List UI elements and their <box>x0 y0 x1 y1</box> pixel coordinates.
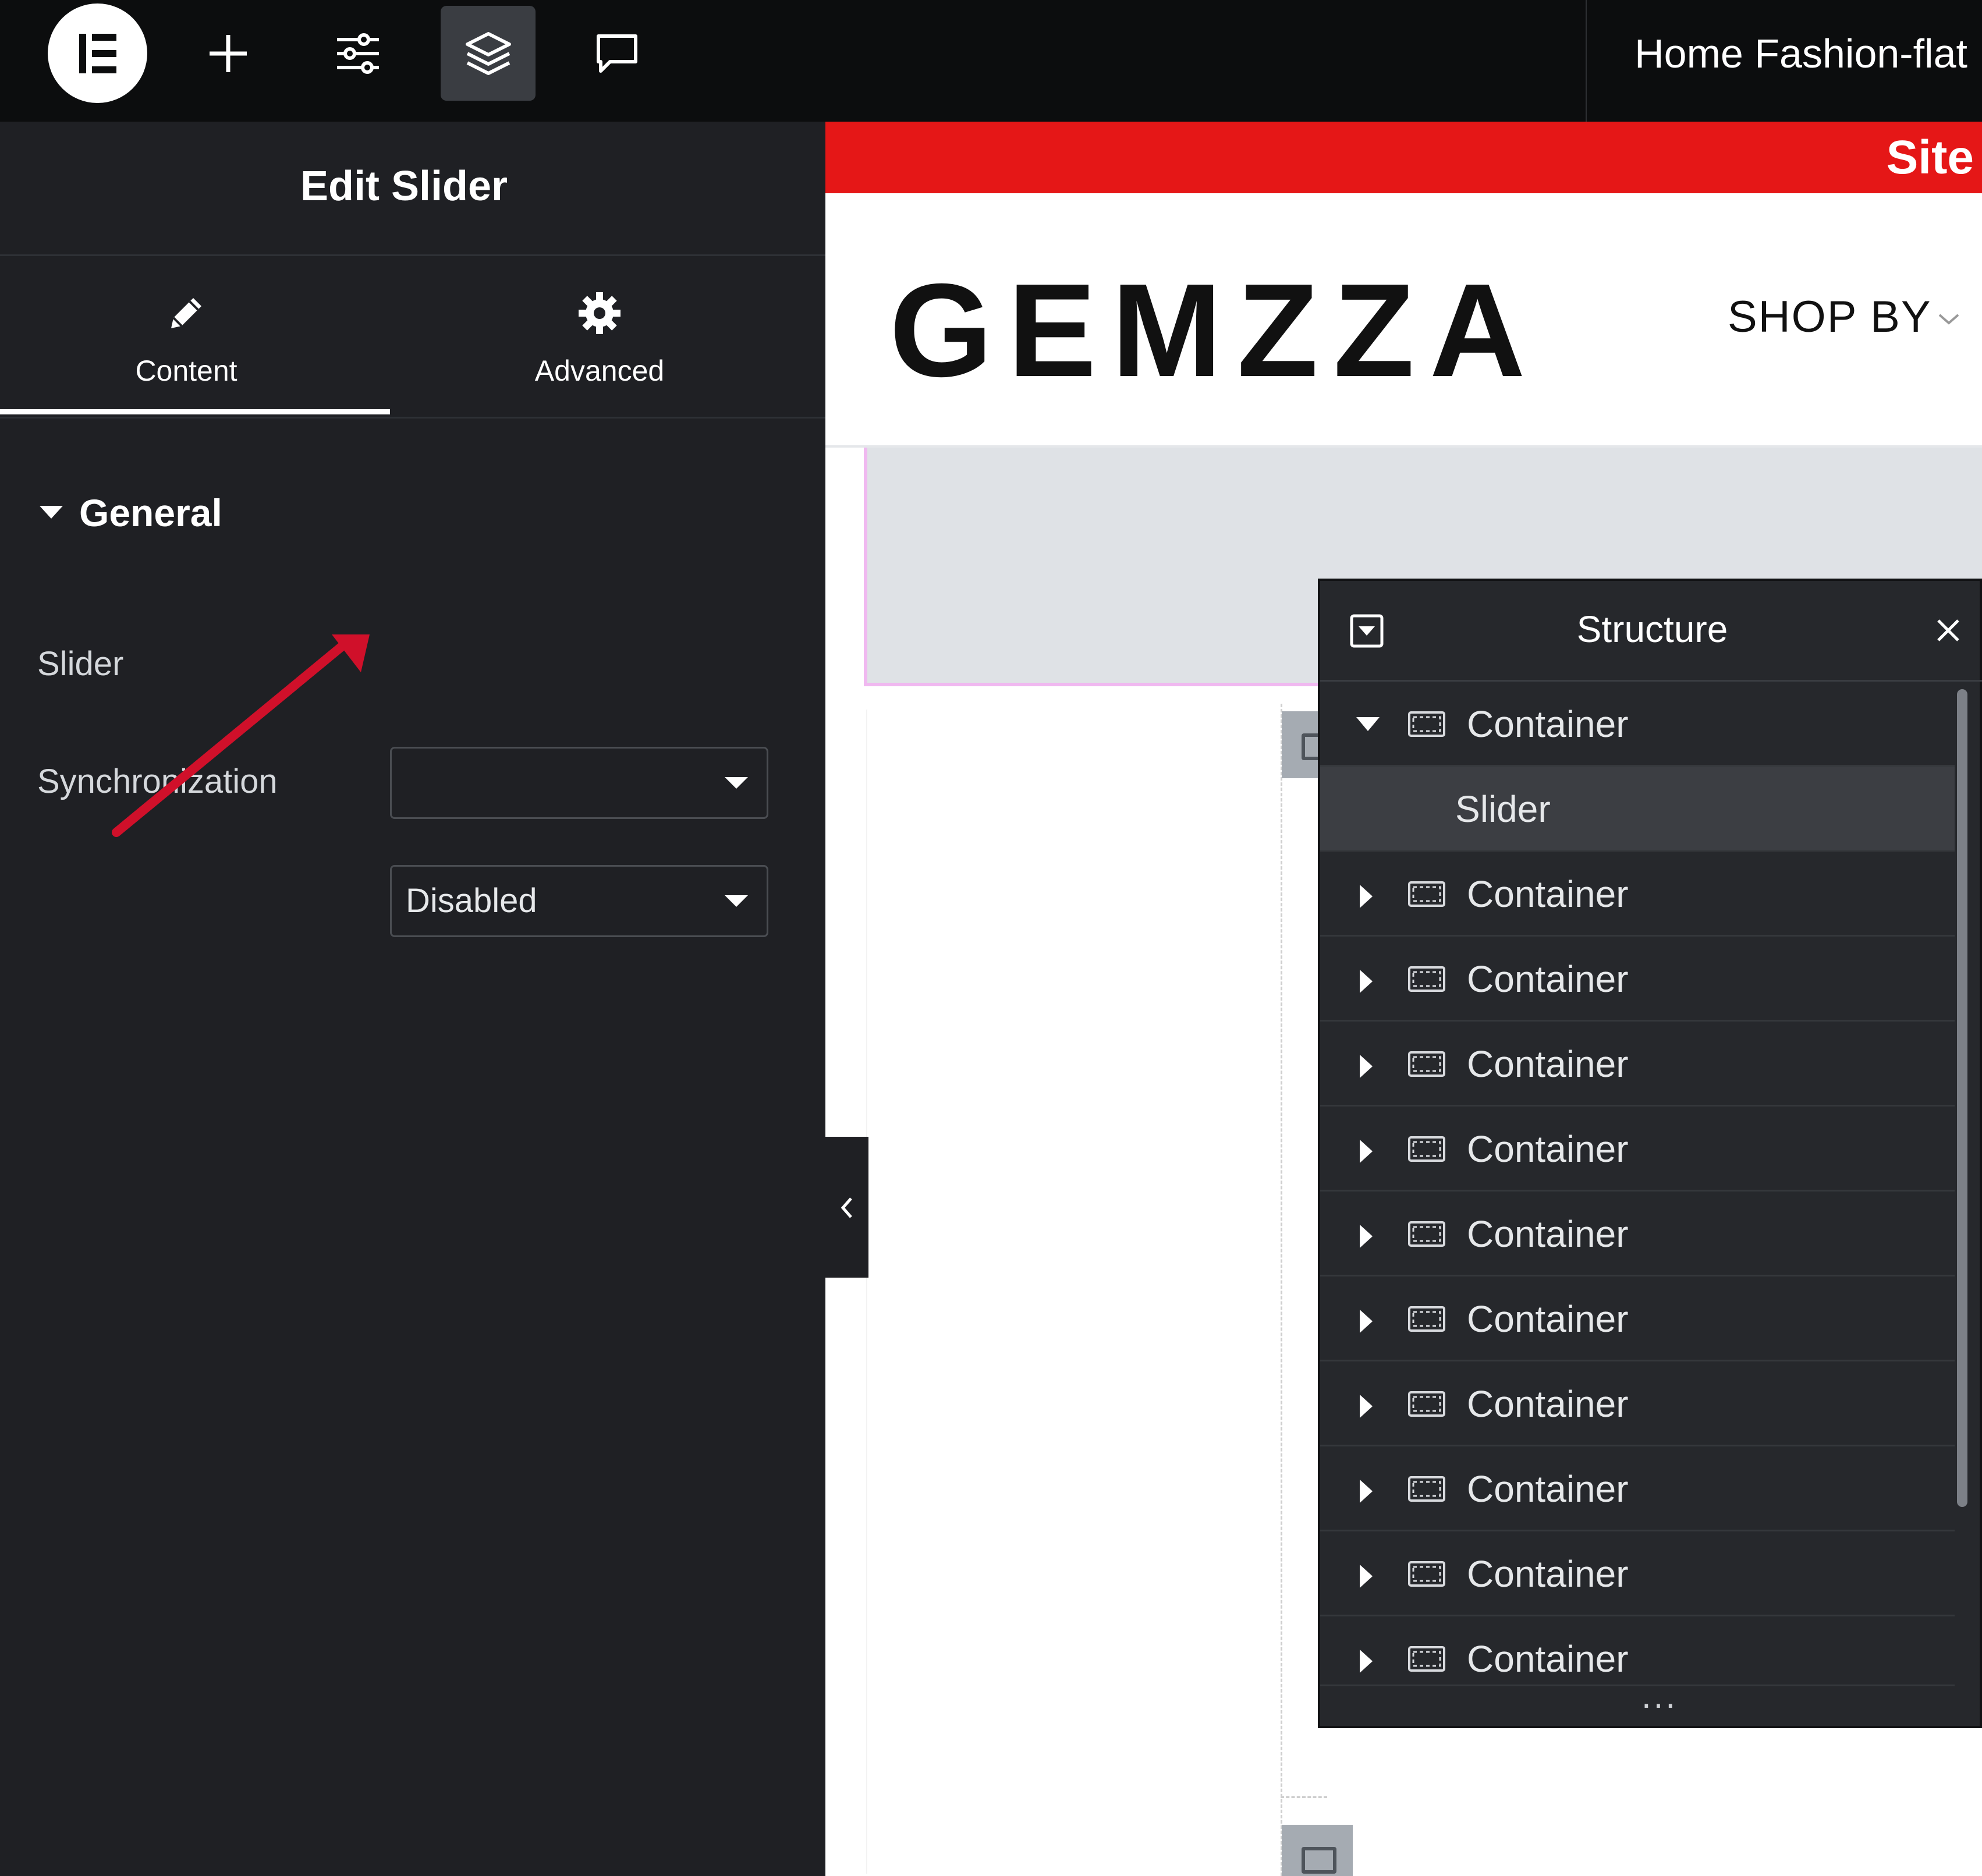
navigator-item-label: Container <box>1467 1553 1629 1595</box>
annotation-arrow-icon <box>112 634 370 837</box>
navigator-item-label: Container <box>1467 1468 1629 1510</box>
container-icon <box>1408 1051 1445 1077</box>
divider <box>0 254 825 256</box>
container-icon <box>1408 1391 1445 1417</box>
navigator-item-container[interactable]: Container <box>1320 1531 1955 1616</box>
column-guide <box>866 710 867 1874</box>
caret-right-icon[interactable] <box>1355 1139 1376 1164</box>
pencil-icon <box>171 298 201 328</box>
divider <box>0 417 825 419</box>
caret-right-icon[interactable] <box>1355 1224 1376 1249</box>
top-banner: Site <box>825 122 1982 193</box>
caret-down-icon[interactable] <box>1355 714 1381 735</box>
caret-right-icon[interactable] <box>1355 1308 1376 1334</box>
navigator-item-label: Container <box>1467 703 1629 745</box>
editor-panel: Edit Slider Content Advanced General Sli… <box>0 122 825 1876</box>
top-toolbar: Home Fashion-flat <box>0 0 1982 122</box>
tab-content-label: Content <box>135 354 237 387</box>
caret-right-icon[interactable] <box>1355 1478 1376 1504</box>
container-icon <box>1408 1221 1445 1247</box>
synchronization-select-value: Disabled <box>406 882 537 920</box>
container-icon <box>1408 711 1445 737</box>
navigator-item-container[interactable]: Container <box>1320 682 1955 767</box>
navigator-item-container[interactable]: Container <box>1320 1191 1955 1276</box>
comment-icon <box>597 34 637 73</box>
plus-icon <box>210 35 247 72</box>
container-handle[interactable] <box>1282 1825 1353 1876</box>
nav-item-shop-by[interactable]: SHOP BY <box>1728 292 1932 342</box>
slider-select[interactable] <box>390 747 768 819</box>
column-guide <box>1281 704 1282 1876</box>
caret-right-icon[interactable] <box>1355 1648 1376 1674</box>
elementor-logo-icon <box>79 34 116 73</box>
container-icon <box>1408 1476 1445 1502</box>
synchronization-select[interactable]: Disabled <box>390 865 768 937</box>
navigator-item-container[interactable]: Container <box>1320 1361 1955 1446</box>
caret-right-icon[interactable] <box>1355 884 1376 909</box>
navigator-scrollbar[interactable] <box>1957 689 1967 1507</box>
section-title: General <box>79 491 222 534</box>
navigator-item-container[interactable]: Container <box>1320 852 1955 937</box>
navigator-item-label: Container <box>1467 1383 1629 1425</box>
add-element-button[interactable] <box>180 6 275 101</box>
tab-advanced[interactable]: Advanced <box>413 291 803 396</box>
caret-right-icon[interactable] <box>1355 1054 1376 1079</box>
site-logo[interactable]: GEMZZA <box>889 264 1541 397</box>
navigator-item-label: Slider <box>1455 788 1551 830</box>
close-icon[interactable] <box>1935 617 1962 644</box>
panel-collapse-button[interactable] <box>825 1137 868 1278</box>
navigator-item-slider[interactable]: Slider <box>1320 767 1955 852</box>
site-settings-button[interactable] <box>310 6 405 101</box>
banner-text: Site <box>1886 131 1974 184</box>
tab-content[interactable]: Content <box>0 291 390 396</box>
panel-title: Edit Slider <box>300 163 508 210</box>
gear-icon <box>579 292 621 334</box>
document-title[interactable]: Home Fashion-flat <box>1607 0 1967 108</box>
container-icon <box>1408 1561 1445 1587</box>
navigator-resize-handle[interactable]: ... <box>1641 1679 1678 1714</box>
container-icon <box>1408 966 1445 992</box>
structure-button[interactable] <box>441 6 536 101</box>
active-tab-indicator <box>0 409 390 414</box>
container-icon <box>1408 1136 1445 1162</box>
navigator-item-label: Container <box>1467 1043 1629 1085</box>
navigator-item-label: Container <box>1467 1128 1629 1170</box>
navigator-item-container[interactable]: Container <box>1320 1276 1955 1361</box>
container-icon <box>1408 881 1445 907</box>
elementor-logo-button[interactable] <box>48 3 147 103</box>
caret-right-icon[interactable] <box>1355 1563 1376 1589</box>
navigator-item-container[interactable]: Container <box>1320 937 1955 1022</box>
toolbar-divider <box>1586 0 1587 122</box>
dropdown-arrow-icon <box>725 777 748 789</box>
navigator-item-label: Container <box>1467 1213 1629 1255</box>
layers-icon <box>466 32 511 75</box>
navigator-header[interactable]: Structure <box>1320 581 1982 680</box>
caret-right-icon[interactable] <box>1355 1393 1376 1419</box>
navigator-item-label: Container <box>1467 1298 1629 1340</box>
section-general-toggle[interactable]: General <box>36 488 385 541</box>
navigator-item-label: Container <box>1467 958 1629 1000</box>
navigator-item-label: Container <box>1467 1638 1629 1680</box>
chevron-down-icon <box>1938 314 1959 325</box>
container-icon <box>1408 1306 1445 1332</box>
structure-navigator: Structure Container Slider Container Con… <box>1318 579 1982 1728</box>
navigator-title: Structure <box>1576 608 1728 650</box>
column-guide <box>1281 1796 1327 1798</box>
navigator-item-container[interactable]: Container <box>1320 1107 1955 1191</box>
navigator-item-label: Container <box>1467 873 1629 915</box>
dropdown-arrow-icon <box>725 895 748 907</box>
navigator-item-container[interactable]: Container <box>1320 1446 1955 1531</box>
comments-button[interactable] <box>569 6 664 101</box>
chevron-left-icon <box>841 1197 852 1218</box>
container-icon <box>1408 1646 1445 1672</box>
tab-advanced-label: Advanced <box>534 354 665 387</box>
navigator-item-container[interactable]: Container <box>1320 1022 1955 1107</box>
sliders-icon <box>337 33 379 74</box>
caret-right-icon[interactable] <box>1355 969 1376 994</box>
navigator-item-container[interactable]: Container <box>1320 1616 1955 1686</box>
caret-down-icon <box>40 506 63 519</box>
